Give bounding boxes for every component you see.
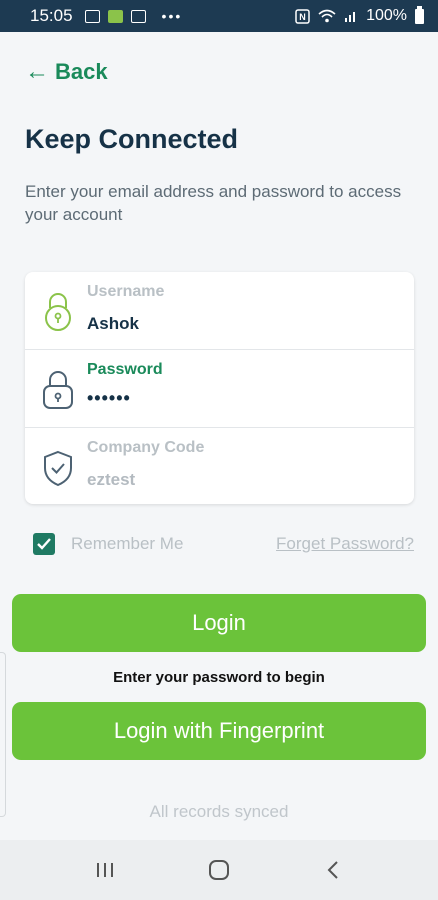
back-label: Back (55, 59, 108, 84)
recent-apps-button[interactable] (85, 850, 125, 890)
company-code-value: eztest (87, 470, 136, 489)
system-nav-bar (0, 840, 438, 900)
shield-check-icon (44, 450, 72, 487)
status-time: 15:05 (30, 6, 73, 25)
login-button[interactable]: Login (12, 594, 426, 652)
home-button[interactable] (199, 850, 239, 890)
more-dots-icon: ••• (161, 8, 183, 24)
arrow-left-icon: ← (25, 58, 49, 85)
remember-me-label[interactable]: Remember Me (71, 534, 183, 554)
battery-percent: 100% (366, 7, 407, 24)
chat-icon (130, 9, 146, 23)
image-icon (84, 9, 100, 23)
recent-apps-icon (97, 863, 113, 877)
company-code-label: Company Code (87, 439, 205, 456)
password-value: •••••• (87, 388, 131, 408)
username-field[interactable]: Username Ashok (25, 272, 414, 349)
sync-status: All records synced (149, 802, 289, 821)
username-label: Username (87, 283, 165, 300)
svg-text:N: N (299, 12, 306, 22)
password-label: Password (87, 361, 163, 378)
remember-row: Remember Me Forget Password? (33, 531, 414, 557)
company-code-field[interactable]: Company Code eztest (25, 427, 414, 504)
remember-me-checkbox[interactable] (33, 533, 55, 555)
padlock-icon (43, 371, 73, 409)
signal-icon (345, 12, 356, 22)
battery-icon (415, 5, 424, 24)
login-fingerprint-button[interactable]: Login with Fingerprint (12, 702, 426, 760)
login-hint: Enter your password to begin (113, 669, 325, 686)
system-back-button[interactable] (313, 850, 353, 890)
chevron-left-icon (327, 861, 338, 879)
username-value: Ashok (87, 314, 139, 333)
home-icon (209, 860, 229, 880)
login-form-card: Username Ashok Password •••••• Company C… (25, 272, 414, 504)
app-icon (107, 9, 123, 23)
forgot-password-link[interactable]: Forget Password? (276, 534, 414, 554)
checkmark-icon (37, 538, 51, 550)
wifi-icon (318, 9, 336, 23)
lock-keyhole-icon (45, 293, 71, 331)
status-bar: 15:05 ••• N 100% (0, 0, 438, 32)
page-subtitle: Enter your email address and password to… (25, 182, 402, 224)
password-field[interactable]: Password •••••• (25, 349, 414, 426)
back-button[interactable]: ← Back (25, 58, 108, 86)
page-title: Keep Connected (25, 124, 239, 154)
nfc-icon: N (295, 8, 310, 24)
